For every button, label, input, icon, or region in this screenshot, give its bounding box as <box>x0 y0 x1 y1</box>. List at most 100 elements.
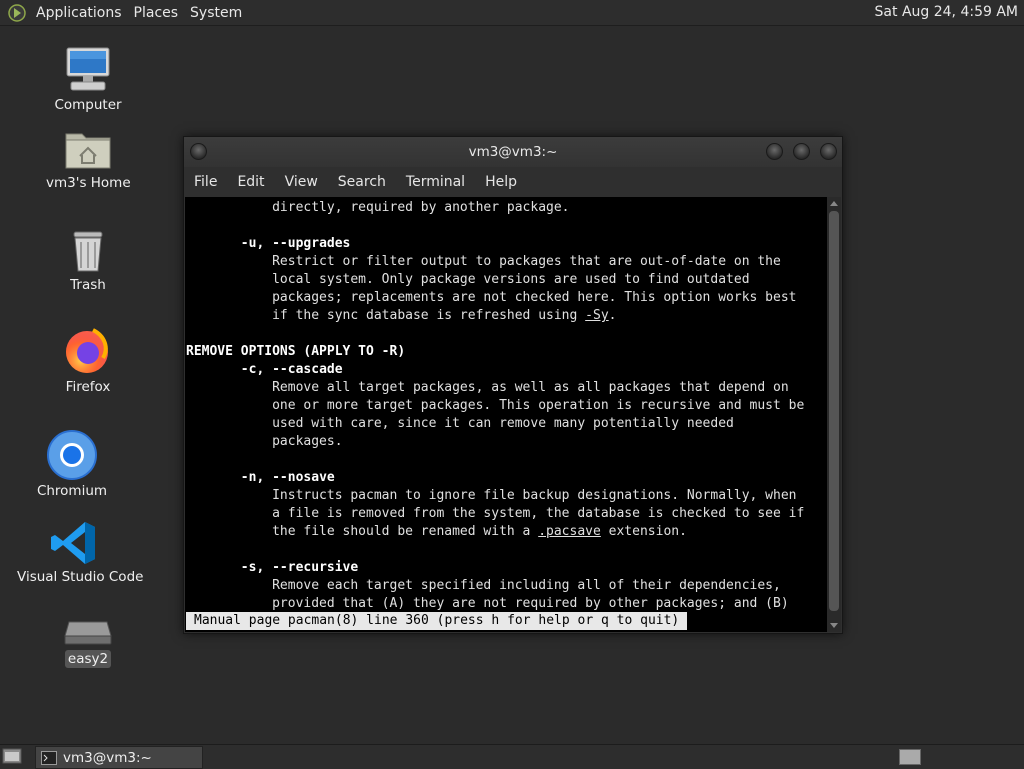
line-text <box>186 470 241 485</box>
scrollbar-thumb[interactable] <box>829 211 839 611</box>
terminal-line: a file is removed from the system, the d… <box>186 505 804 523</box>
taskbar-button-label: vm3@vm3:~ <box>63 749 152 766</box>
desktop-icon-label: Firefox <box>65 379 111 395</box>
terminal-line: local system. Only package versions are … <box>186 271 804 289</box>
desktop-icon-home[interactable]: vm3's Home <box>43 128 133 192</box>
desktop-icon-label: Trash <box>70 277 106 293</box>
terminal-line: REMOVE OPTIONS (APPLY TO -R) <box>186 343 804 361</box>
menu-view[interactable]: View <box>275 174 328 190</box>
desktop-icon-label: Visual Studio Code <box>17 569 144 585</box>
scroll-up-icon[interactable] <box>830 201 838 206</box>
terminal-line: Remove each target specified including a… <box>186 577 804 595</box>
terminal-menubar: File Edit View Search Terminal Help <box>184 167 842 197</box>
line-text: packages; replacements are not checked h… <box>186 290 797 305</box>
line-text: Remove all target packages, as well as a… <box>186 380 789 395</box>
terminal-line: Restrict or filter output to packages th… <box>186 253 804 271</box>
desktop-icon-label: vm3's Home <box>46 175 131 191</box>
distro-logo-icon[interactable] <box>8 3 26 22</box>
line-text <box>186 560 241 575</box>
line-text: directly, required by another package. <box>186 200 570 215</box>
desktop-icon-label: easy2 <box>64 650 112 668</box>
desktop-icon-computer[interactable]: Computer <box>48 44 128 114</box>
terminal-scrollbar[interactable] <box>827 197 841 632</box>
top-panel: Applications Places System Sat Aug 24, 4… <box>0 0 1024 26</box>
line-text: provided that (A) they are not required … <box>186 596 789 611</box>
terminal-icon <box>41 750 57 765</box>
clock[interactable]: Sat Aug 24, 4:59 AM <box>875 4 1018 20</box>
terminal-line: Instructs pacman to ignore file backup d… <box>186 487 804 505</box>
terminal-line: provided that (A) they are not required … <box>186 595 804 613</box>
menu-file[interactable]: File <box>184 174 227 190</box>
desktop-icon-chromium[interactable]: Chromium <box>32 430 112 500</box>
underlined-text: -Sy <box>585 308 609 323</box>
desktop-icon-label: Computer <box>54 97 122 113</box>
firefox-icon <box>66 328 108 373</box>
terminal-line: Remove all target packages, as well as a… <box>186 379 804 397</box>
line-text: local system. Only package versions are … <box>186 272 750 287</box>
menu-edit[interactable]: Edit <box>227 174 274 190</box>
vscode-icon <box>51 522 95 564</box>
bottom-panel: vm3@vm3:~ <box>0 744 1024 769</box>
applications-menu[interactable]: Applications <box>30 5 128 21</box>
terminal-line: packages. <box>186 433 804 451</box>
terminal-window[interactable]: vm3@vm3:~ File Edit View Search Terminal… <box>183 136 843 634</box>
line-text <box>186 236 241 251</box>
terminal-line: -u, --upgrades <box>186 235 804 253</box>
line-text: one or more target packages. This operat… <box>186 398 805 413</box>
system-menu[interactable]: System <box>184 5 248 21</box>
terminal-line: used with care, since it can remove many… <box>186 415 804 433</box>
menu-help[interactable]: Help <box>475 174 527 190</box>
line-text: the file should be renamed with a <box>186 524 539 539</box>
pager-status-line: Manual page pacman(8) line 360 (press h … <box>186 612 688 630</box>
underlined-text: .pacsave <box>538 524 601 539</box>
menu-terminal[interactable]: Terminal <box>396 174 475 190</box>
taskbar-button-terminal[interactable]: vm3@vm3:~ <box>35 746 203 769</box>
desktop-icon-firefox[interactable]: Firefox <box>48 326 128 396</box>
show-desktop-icon[interactable] <box>2 747 22 765</box>
desktop-icon-vscode[interactable]: Visual Studio Code <box>14 520 143 586</box>
menu-search[interactable]: Search <box>328 174 396 190</box>
line-text: packages. <box>186 434 343 449</box>
workspace-switcher[interactable] <box>899 749 921 765</box>
drive-icon <box>64 621 112 645</box>
line-text: Instructs pacman to ignore file backup d… <box>186 488 797 503</box>
terminal-line: one or more target packages. This operat… <box>186 397 804 415</box>
terminal-line: -c, --cascade <box>186 361 804 379</box>
desktop-icon-easy2[interactable]: easy2 <box>48 614 128 668</box>
line-text: extension. <box>600 524 687 539</box>
desktop-icon-label: Chromium <box>36 483 108 499</box>
window-titlebar[interactable]: vm3@vm3:~ <box>184 137 842 167</box>
line-text: Restrict or filter output to packages th… <box>186 254 781 269</box>
minimize-icon[interactable] <box>766 143 783 160</box>
terminal-line: directly, required by another package. <box>186 199 804 217</box>
desktop-icon-trash[interactable]: Trash <box>48 228 128 294</box>
scroll-down-icon[interactable] <box>830 623 838 628</box>
bold-text: -n, --nosave <box>240 470 335 485</box>
line-text: . <box>608 308 617 323</box>
line-text: Remove each target specified including a… <box>186 578 781 593</box>
trash-icon <box>73 231 103 272</box>
terminal-line: -s, --recursive <box>186 559 804 577</box>
terminal-line: packages; replacements are not checked h… <box>186 289 804 307</box>
terminal-output[interactable]: directly, required by another package. -… <box>185 197 827 632</box>
maximize-icon[interactable] <box>793 143 810 160</box>
window-title: vm3@vm3:~ <box>468 144 558 160</box>
top-menu: Applications Places System <box>0 0 248 25</box>
chromium-icon <box>47 430 97 480</box>
close-icon[interactable] <box>820 143 837 160</box>
places-menu[interactable]: Places <box>128 5 185 21</box>
bold-text: -s, --recursive <box>240 560 359 575</box>
line-text <box>186 362 241 377</box>
bold-text: -u, --upgrades <box>240 236 351 251</box>
line-text: a file is removed from the system, the d… <box>186 506 805 521</box>
line-text: if the sync database is refreshed using <box>186 308 586 323</box>
terminal-line: if the sync database is refreshed using … <box>186 307 804 325</box>
home-folder-icon <box>65 133 111 169</box>
line-text: used with care, since it can remove many… <box>186 416 734 431</box>
terminal-line: the file should be renamed with a .pacsa… <box>186 523 804 541</box>
computer-icon <box>66 47 110 91</box>
